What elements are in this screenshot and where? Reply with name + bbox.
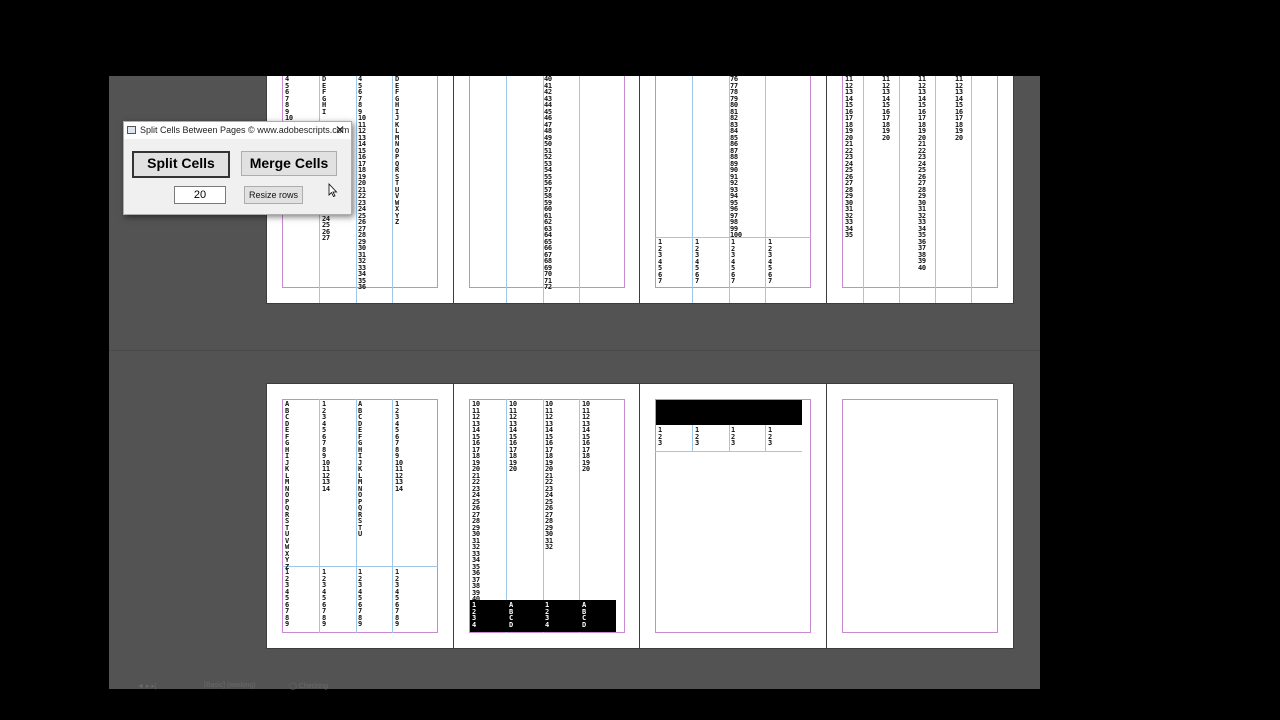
table-cell-text: 1 2 3 4 5 6 7 8 9 [285, 568, 289, 628]
table-column-line [543, 399, 544, 633]
table-column-line [935, 76, 936, 303]
page-6: 10 11 12 13 14 15 16 17 18 19 20 21 22 2… [454, 384, 640, 648]
table-cell-text: 1 2 3 4 5 6 7 8 9 [395, 568, 399, 628]
master-page-status[interactable]: [Basic] (working) [204, 682, 256, 689]
table-cell-text: 1 2 3 4 5 6 7 [768, 238, 772, 285]
dialog-titlebar[interactable]: Split Cells Between Pages © www.adobescr… [124, 122, 351, 139]
page-7: 1 2 3 1 2 3 1 2 3 1 2 3 [640, 384, 826, 648]
table-column-line [692, 425, 693, 451]
table-cell-text: 76 77 78 79 80 81 82 83 84 85 86 87 88 8… [730, 76, 742, 239]
table-cell-text: 1 2 3 4 5 6 7 8 9 [322, 568, 326, 628]
table-cell-text: 10 11 12 13 14 15 16 17 18 19 20 21 22 2… [545, 400, 553, 551]
table-cell-text: 1 2 3 [768, 426, 772, 447]
table-cell-text: A B C D E F G H I J K L M N O P Q R S T … [285, 400, 289, 571]
page-5: A B C D E F G H I J K L M N O P Q R S T … [267, 384, 453, 648]
status-bar: ◄ ▸ ▸| [Basic] (working) ◯ Checking [109, 682, 1040, 692]
page-margin [842, 399, 998, 633]
app-icon [127, 126, 136, 134]
table-cell-text: 1 2 3 [695, 426, 699, 447]
table-cell-text: 1 2 3 [731, 426, 735, 447]
table-cell-text: 40 41 42 43 44 45 46 47 48 49 50 51 52 5… [544, 76, 552, 291]
table-column-line [392, 399, 393, 633]
table-cell-text: 1 2 3 4 [472, 601, 477, 629]
rows-count-input[interactable]: 20 [174, 186, 226, 204]
table-column-line [319, 399, 320, 633]
table-cell-text: 1 2 3 4 5 6 7 8 9 10 11 12 13 14 [395, 400, 403, 493]
table-cell-text: 1 2 3 4 5 6 7 [658, 238, 662, 285]
table-column-line [579, 76, 580, 303]
table-cell-text: 11 12 13 14 15 16 17 18 19 20 21 22 23 2… [918, 76, 926, 272]
table-row-line [282, 566, 438, 567]
page-8 [827, 384, 1013, 648]
table-cell-text: D E F G H I [322, 76, 326, 116]
table-cell-text: A B C D [509, 601, 514, 629]
table-cell-text: D E F G H I J K L M N O P Q R S T U V W … [395, 76, 399, 226]
page-3: 76 77 78 79 80 81 82 83 84 85 86 87 88 8… [640, 76, 826, 303]
preflight-status[interactable]: ◯ Checking [289, 682, 328, 690]
dialog-title: Split Cells Between Pages © www.adobescr… [140, 125, 350, 135]
table-column-line [729, 425, 730, 451]
selected-table-row[interactable]: 1 2 3 4 A B C D 1 2 3 4 A B C D [470, 600, 616, 632]
table-cell-text: 10 11 12 13 14 15 16 17 18 19 20 21 22 2… [472, 400, 480, 603]
table-row-line [655, 451, 802, 452]
table-cell-text: 11 12 13 14 15 16 17 18 19 20 21 22 23 2… [845, 76, 853, 239]
mouse-cursor-icon [328, 183, 338, 197]
table-column-line [506, 76, 507, 303]
table-column-line [899, 76, 900, 303]
table-cell-text: 11 12 13 14 15 16 17 18 19 20 [882, 76, 890, 142]
table-cell-text: 4 5 6 7 8 9 10 [285, 76, 293, 122]
page-2: 40 41 42 43 44 45 46 47 48 49 50 51 52 5… [454, 76, 640, 303]
table-cell-text: 1 2 3 4 5 6 7 8 9 [358, 568, 362, 628]
close-icon[interactable]: ✕ [333, 122, 347, 139]
table-column-line [356, 399, 357, 633]
table-cell-text: 4 5 6 7 8 9 10 11 12 13 14 15 16 17 18 1… [358, 76, 366, 291]
table-column-line [392, 76, 393, 303]
table-cell-text: 10 11 12 13 14 15 16 17 18 19 20 [582, 400, 590, 473]
table-column-line [863, 76, 864, 303]
table-column-line [506, 399, 507, 633]
spread-divider [109, 350, 1040, 351]
table-cell-text: A B C D [582, 601, 587, 629]
table-column-line [579, 399, 580, 633]
merge-cells-button[interactable]: Merge Cells [241, 151, 337, 176]
table-column-line [692, 76, 693, 303]
table-cell-text: 1 2 3 4 5 6 7 [731, 238, 735, 285]
table-cell-text: 1 2 3 [658, 426, 662, 447]
table-cell-text: 1 2 3 4 5 6 7 [695, 238, 699, 285]
split-cells-button[interactable]: Split Cells [132, 151, 230, 178]
table-cell-text: 11 12 13 14 15 16 17 18 19 20 [955, 76, 963, 142]
table-cell-text: A B C D E F G H I J K L M N O P Q R S T … [358, 400, 362, 538]
selected-table-row[interactable] [656, 400, 802, 425]
table-cell-text: 10 11 12 13 14 15 16 17 18 19 20 [509, 400, 517, 473]
table-cell-text: 1 2 3 4 [545, 601, 550, 629]
table-column-line [765, 425, 766, 451]
table-column-line [356, 76, 357, 303]
resize-rows-button[interactable]: Resize rows [244, 186, 303, 204]
split-cells-dialog: Split Cells Between Pages © www.adobescr… [123, 121, 352, 215]
page-navigation[interactable]: ◄ ▸ ▸| [137, 682, 157, 690]
table-column-line [765, 76, 766, 303]
table-column-line [971, 76, 972, 303]
page-4: 11 12 13 14 15 16 17 18 19 20 21 22 23 2… [827, 76, 1013, 303]
table-cell-text: 1 2 3 4 5 6 7 8 9 10 11 12 13 14 [322, 400, 330, 493]
